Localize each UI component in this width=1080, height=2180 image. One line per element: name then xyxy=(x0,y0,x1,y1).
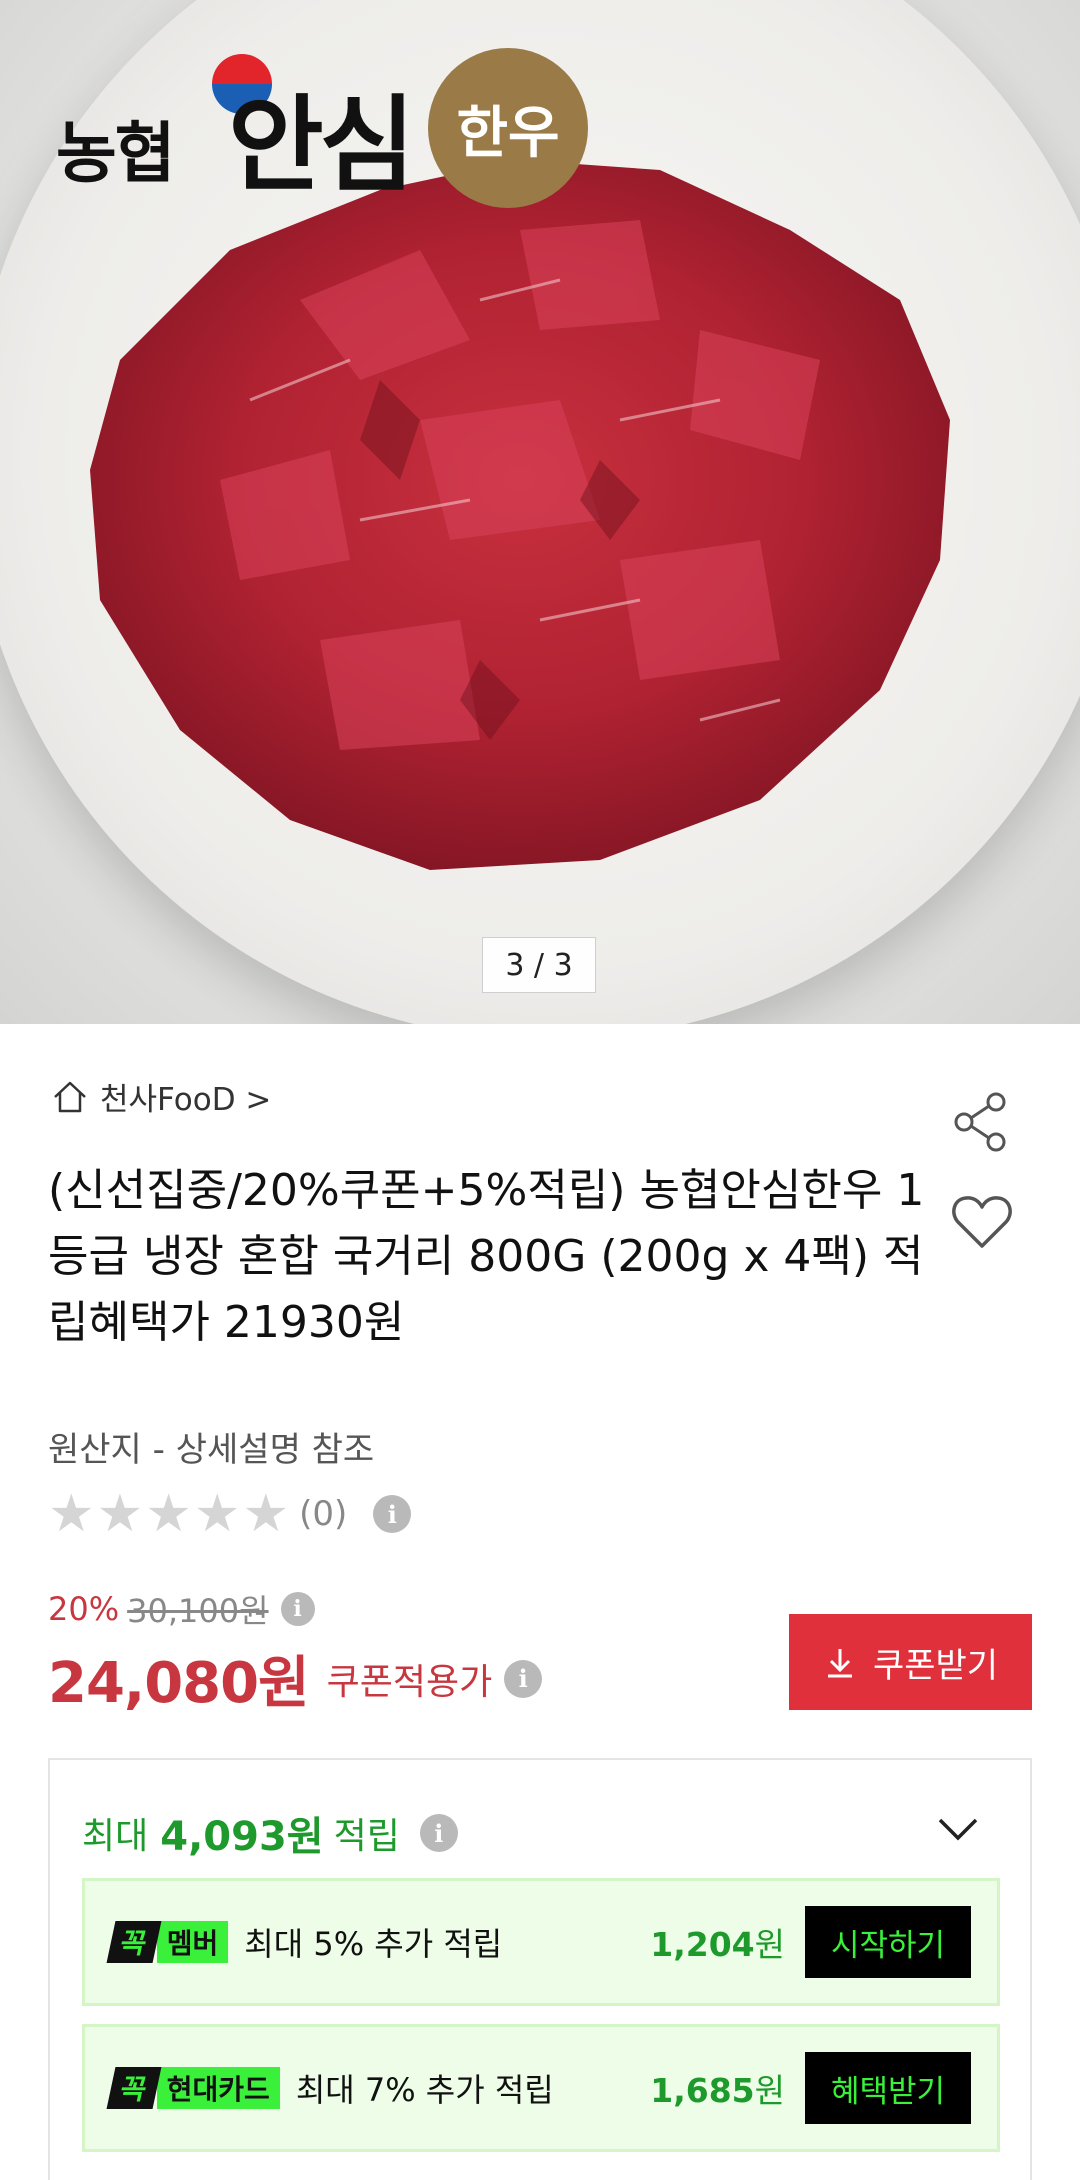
logo-badge-text: 한우 xyxy=(456,99,560,166)
original-price: 30,100원 xyxy=(127,1592,269,1630)
logo-badge: 한우 xyxy=(428,48,588,208)
sale-price-label: 쿠폰적용가 xyxy=(326,1661,493,1703)
reward-prefix: 최대 xyxy=(82,1816,149,1857)
get-coupon-button[interactable]: 쿠폰받기 xyxy=(789,1614,1032,1710)
info-icon[interactable]: i xyxy=(504,1659,543,1698)
benefit-amount-unit: 원 xyxy=(754,2071,785,2110)
benefit-amount: 1,204원 xyxy=(650,1918,785,1966)
card-tag: 꼭 현대카드 xyxy=(106,2067,280,2109)
brand-logo: 농협 안심 한우 xyxy=(56,40,616,210)
tag-prefix: 꼭 xyxy=(106,1921,162,1963)
benefit-amount-unit: 원 xyxy=(754,1925,785,1964)
download-icon xyxy=(827,1649,852,1678)
sale-price: 24,080원 xyxy=(48,1651,310,1716)
discount-rate: 20% xyxy=(48,1590,120,1628)
get-coupon-label: 쿠폰받기 xyxy=(872,1646,999,1685)
chevron-down-icon[interactable] xyxy=(936,1814,980,1844)
start-button[interactable]: 시작하기 xyxy=(805,1906,971,1978)
star-icon: ★ xyxy=(48,1484,95,1544)
home-icon xyxy=(54,1081,86,1112)
origin-info: 원산지 - 상세설명 참조 xyxy=(48,1430,375,1470)
info-icon[interactable]: i xyxy=(419,1814,458,1852)
discount-row: 20% 30,100원 i xyxy=(48,1586,315,1632)
reward-amount: 4,093원 xyxy=(160,1814,324,1860)
logo-text-ansim: 안심 xyxy=(228,83,415,206)
reward-suffix: 적립 xyxy=(333,1816,400,1857)
product-title: (신선집중/20%쿠폰+5%적립) 농협안심한우 1등급 냉장 혼합 국거리 8… xyxy=(48,1165,925,1348)
info-icon[interactable]: i xyxy=(280,1592,315,1626)
benefit-amount: 1,685원 xyxy=(650,2064,785,2112)
rating-row: ★ ★ ★ ★ ★ (0) i xyxy=(48,1484,412,1544)
store-link[interactable]: 천사FooD > xyxy=(50,1074,271,1119)
star-icon: ★ xyxy=(96,1484,144,1544)
benefit-amount-value: 1,204 xyxy=(650,1925,755,1964)
card-benefit: 꼭 현대카드 최대 7% 추가 적립 1,685원 혜택받기 xyxy=(82,2024,1000,2152)
reward-box: 최대 4,093원 적립 i 꼭 멤버 최대 5% 추가 적립 1,204원 시… xyxy=(48,1758,1032,2180)
member-benefit: 꼭 멤버 최대 5% 추가 적립 1,204원 시작하기 xyxy=(82,1878,1000,2006)
tag-prefix: 꼭 xyxy=(106,2067,162,2109)
member-tag: 꼭 멤버 xyxy=(106,1921,229,1963)
benefit-amount-value: 1,685 xyxy=(650,2071,755,2110)
benefit-text: 최대 5% 추가 적립 xyxy=(244,1925,503,1963)
store-name: 천사FooD > xyxy=(100,1082,272,1118)
benefit-text: 최대 7% 추가 적립 xyxy=(295,2071,554,2109)
get-benefit-button[interactable]: 혜택받기 xyxy=(805,2052,971,2124)
tag-name: 현대카드 xyxy=(156,2067,280,2109)
heart-icon[interactable] xyxy=(950,1192,1014,1252)
info-icon[interactable]: i xyxy=(373,1495,412,1533)
product-image-carousel[interactable]: 농협 안심 한우 3 / 3 xyxy=(0,0,1080,1024)
star-icon: ★ xyxy=(242,1484,290,1544)
star-icon: ★ xyxy=(193,1484,241,1544)
review-count: (0) xyxy=(299,1494,348,1534)
image-counter: 3 / 3 xyxy=(482,937,596,993)
price-row: 24,080원 쿠폰적용가 i xyxy=(48,1638,543,1719)
reward-summary: 최대 4,093원 적립 i xyxy=(82,1804,458,1862)
tag-name: 멤버 xyxy=(156,1921,229,1963)
logo-text-nonghyup: 농협 xyxy=(56,114,175,192)
share-icon[interactable] xyxy=(950,1090,1014,1154)
star-icon: ★ xyxy=(145,1484,192,1544)
